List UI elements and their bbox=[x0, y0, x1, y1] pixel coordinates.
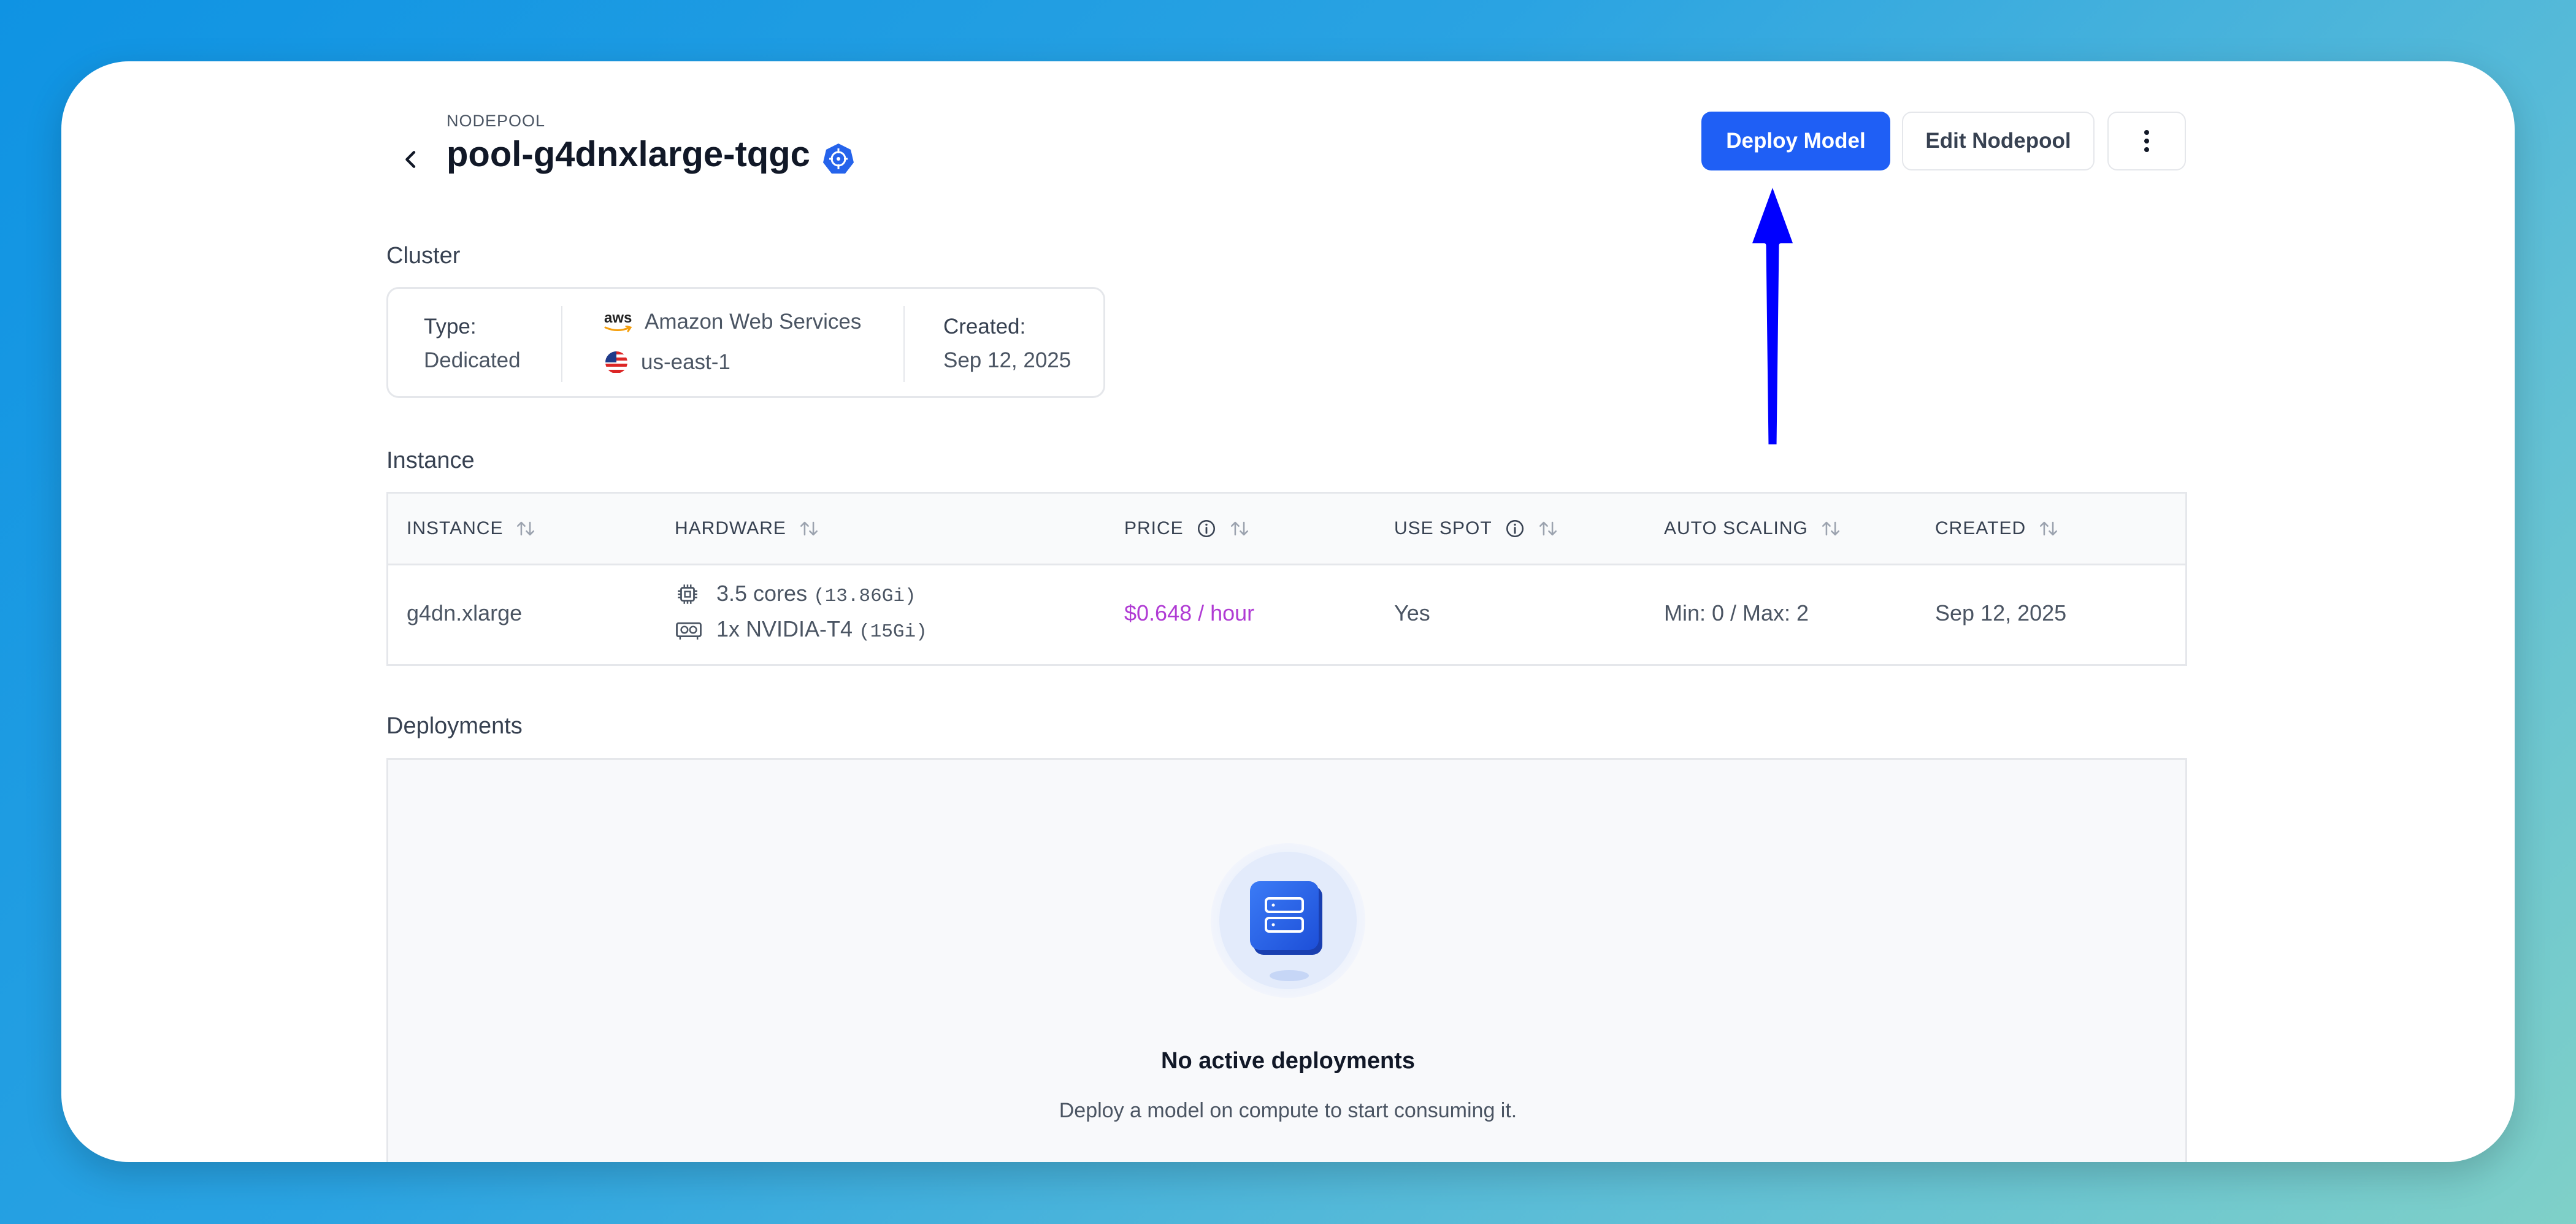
nodepool-page: NODEPOOL pool-g4dnxlarge-tqgc Deploy Mod… bbox=[61, 61, 2515, 1162]
info-icon[interactable] bbox=[1505, 518, 1525, 539]
sort-icon[interactable] bbox=[799, 518, 819, 539]
column-header-instance: INSTANCE bbox=[407, 518, 536, 539]
back-button[interactable] bbox=[393, 141, 429, 178]
region-value: us-east-1 bbox=[641, 350, 730, 374]
column-header-price: PRICE bbox=[1124, 518, 1250, 539]
created-label: Created: bbox=[943, 315, 1026, 339]
deploy-model-button[interactable]: Deploy Model bbox=[1701, 112, 1890, 170]
aws-logo-icon: aws bbox=[604, 311, 635, 335]
empty-state-illustration bbox=[1197, 841, 1379, 1003]
sort-icon[interactable] bbox=[1538, 518, 1558, 539]
cluster-section-label: Cluster bbox=[386, 243, 461, 269]
edit-nodepool-button[interactable]: Edit Nodepool bbox=[1902, 112, 2095, 170]
more-options-button[interactable] bbox=[2107, 112, 2186, 170]
use-spot-cell: Yes bbox=[1394, 600, 1430, 625]
provider-name: Amazon Web Services bbox=[645, 310, 862, 334]
table-header: INSTANCE HARDWARE PRICE USE SPOT AUTO SC… bbox=[388, 494, 2185, 565]
instance-section-label: Instance bbox=[386, 448, 475, 473]
page-eyebrow: NODEPOOL bbox=[447, 112, 546, 130]
cpu-cores: 3.5 cores (13.86Gi) bbox=[716, 581, 916, 607]
column-header-created: CREATED bbox=[1935, 518, 2059, 539]
server-icon bbox=[1211, 843, 1365, 998]
created-value: Sep 12, 2025 bbox=[943, 348, 1071, 372]
info-icon[interactable] bbox=[1196, 518, 1217, 539]
instance-cell: g4dn.xlarge bbox=[407, 600, 523, 625]
sort-icon[interactable] bbox=[1229, 518, 1250, 539]
us-flag-icon bbox=[604, 350, 629, 378]
empty-state-title: No active deployments bbox=[1161, 1048, 1415, 1074]
deployments-section-label: Deployments bbox=[386, 713, 523, 739]
empty-state-subtitle: Deploy a model on compute to start consu… bbox=[1059, 1099, 1517, 1122]
auto-scaling-cell: Min: 0 / Max: 2 bbox=[1664, 600, 1809, 625]
column-header-hardware: HARDWARE bbox=[675, 518, 819, 539]
more-vertical-icon bbox=[2144, 130, 2149, 152]
cpu-icon bbox=[678, 584, 697, 604]
column-header-use-spot: USE SPOT bbox=[1394, 518, 1558, 539]
price-cell: $0.648 / hour bbox=[1124, 600, 1255, 625]
page-title: pool-g4dnxlarge-tqgc bbox=[447, 134, 810, 174]
sort-icon[interactable] bbox=[1820, 518, 1841, 539]
sort-icon[interactable] bbox=[2038, 518, 2059, 539]
gpu-model: 1x NVIDIA-T4 (15Gi) bbox=[716, 616, 927, 643]
gpu-icon bbox=[676, 622, 702, 640]
sort-icon[interactable] bbox=[515, 518, 536, 539]
column-header-auto-scaling: AUTO SCALING bbox=[1664, 518, 1841, 539]
created-cell: Sep 12, 2025 bbox=[1935, 600, 2067, 625]
chevron-left-icon bbox=[405, 151, 416, 168]
annotation-arrow bbox=[1747, 179, 1798, 449]
kubernetes-icon bbox=[822, 142, 855, 175]
type-label: Type: bbox=[424, 315, 477, 339]
cluster-card: Type: Dedicated aws Amazon Web Services … bbox=[386, 287, 1105, 398]
instance-table: INSTANCE HARDWARE PRICE USE SPOT AUTO SC… bbox=[386, 492, 2187, 666]
type-value: Dedicated bbox=[424, 348, 521, 372]
